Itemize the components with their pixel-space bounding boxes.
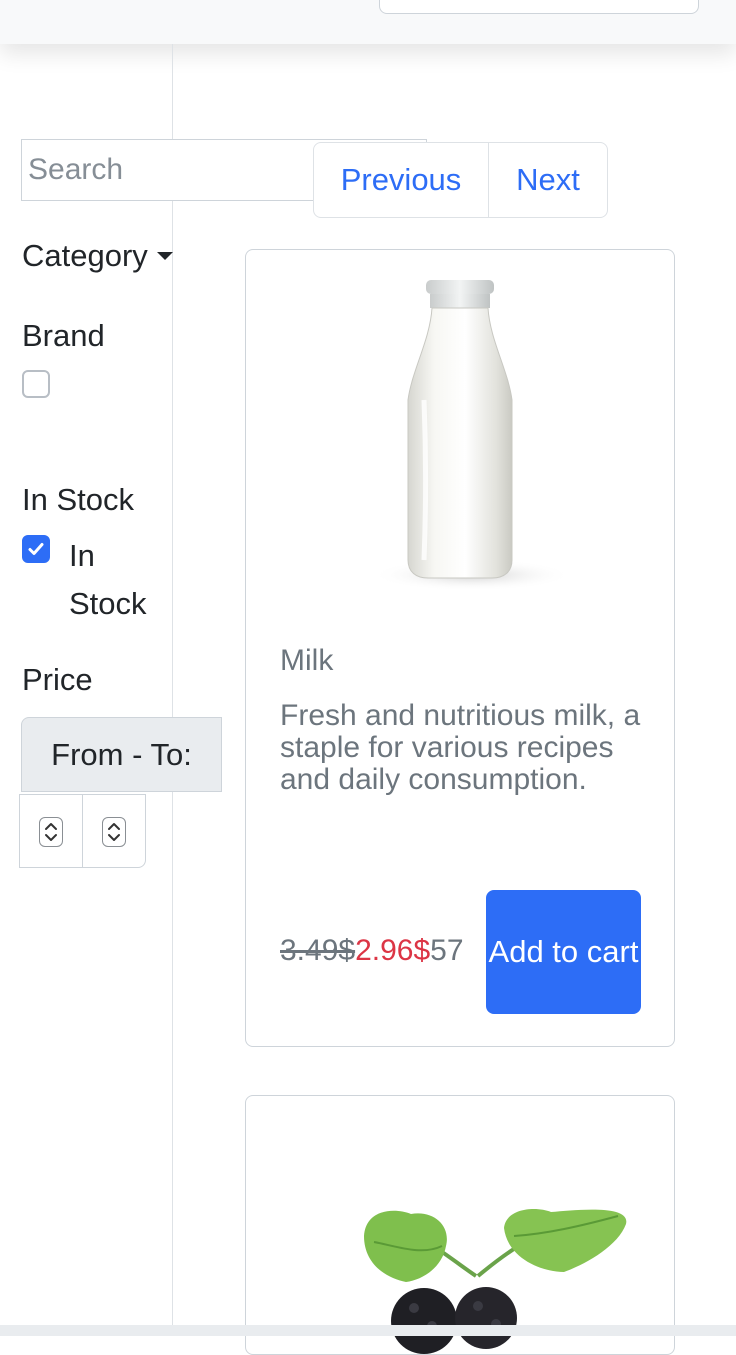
add-to-cart-button[interactable]: Add to cart: [486, 890, 641, 1014]
product-price: 3.49$2.96$57: [280, 930, 490, 972]
sale-price: 2.96$: [355, 934, 431, 967]
top-navbar: [0, 0, 736, 44]
price-heading: Price: [22, 662, 93, 697]
category-label: Category: [22, 238, 148, 273]
in-stock-heading: In Stock: [22, 482, 134, 517]
price-range-label: From - To:: [21, 717, 222, 792]
price-from-input[interactable]: [20, 795, 82, 867]
product-card: Milk Fresh and nutritious milk, a staple…: [245, 249, 675, 1047]
check-icon: [28, 543, 44, 555]
product-card: [245, 1095, 675, 1355]
pagination: Previous Next: [313, 142, 608, 218]
next-page-button[interactable]: Next: [489, 143, 607, 217]
caret-down-icon: [156, 252, 173, 260]
category-dropdown[interactable]: Category: [22, 238, 173, 274]
product-description: Fresh and nutritious milk, a staple for …: [280, 699, 641, 796]
in-stock-option-label[interactable]: In Stock: [69, 532, 169, 628]
navbar-search-field[interactable]: [379, 0, 699, 14]
mulberries-image: [364, 1209, 627, 1354]
brand-checkbox[interactable]: [22, 370, 50, 398]
price-range-inputs: [19, 794, 146, 868]
in-stock-checkbox[interactable]: [22, 535, 50, 563]
price-extra-text: 57: [430, 934, 464, 967]
bottom-scroll-area: [0, 1325, 736, 1336]
old-price: 3.49$: [280, 934, 356, 967]
brand-heading: Brand: [22, 318, 105, 353]
milk-bottle-image: [372, 280, 572, 591]
spinner-icon[interactable]: [39, 817, 63, 847]
previous-page-button[interactable]: Previous: [314, 143, 489, 217]
product-name: Milk: [280, 644, 334, 677]
price-to-input[interactable]: [82, 795, 145, 867]
spinner-icon[interactable]: [102, 817, 126, 847]
